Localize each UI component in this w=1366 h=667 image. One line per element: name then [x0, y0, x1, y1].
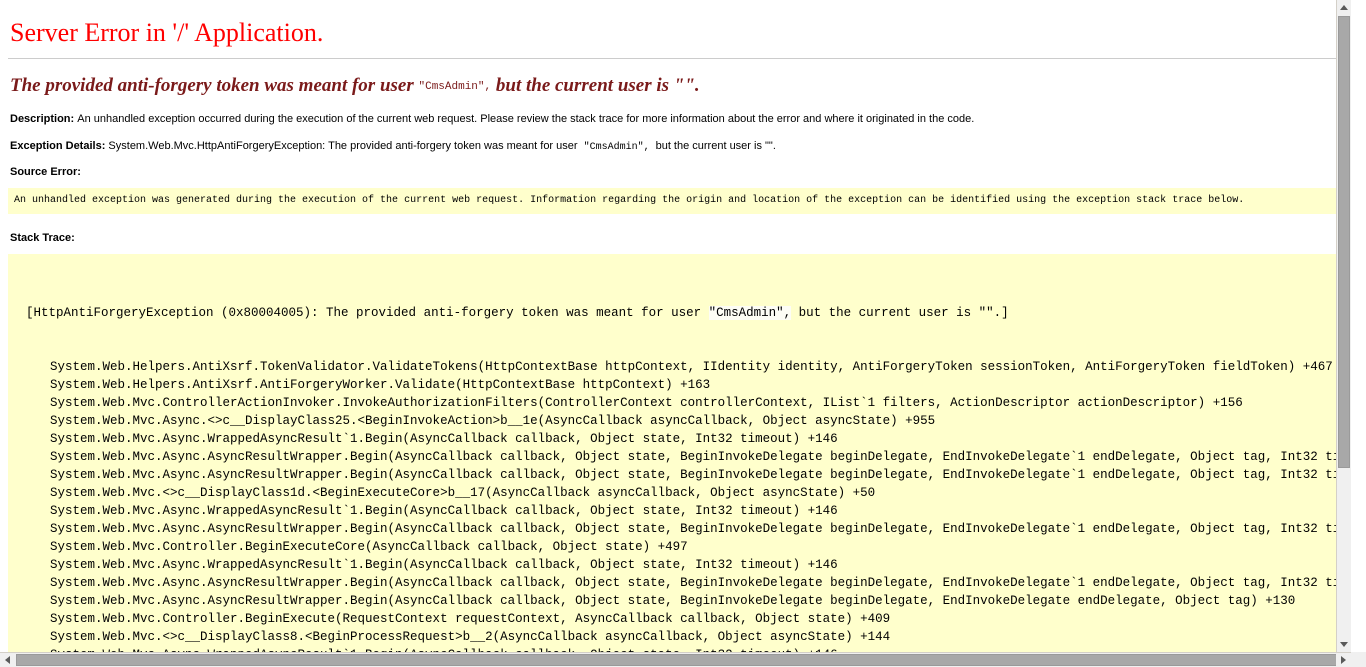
- stack-trace-frame: System.Web.Mvc.Async.AsyncResultWrapper.…: [8, 448, 1343, 466]
- exception-details-username: "CmsAdmin",: [578, 142, 656, 153]
- error-subtitle-username: "CmsAdmin",: [419, 81, 492, 93]
- error-subtitle-suffix: but the current user is "".: [491, 75, 700, 96]
- source-error-heading: Source Error:: [10, 166, 1343, 178]
- scroll-left-button[interactable]: [0, 653, 15, 667]
- stack-trace-frame: System.Web.Mvc.Controller.BeginExecuteCo…: [8, 538, 1343, 556]
- stack-trace-heading: Stack Trace:: [10, 232, 1343, 244]
- stack-trace-frame-list: System.Web.Helpers.AntiXsrf.TokenValidat…: [8, 358, 1343, 652]
- horizontal-scrollbar[interactable]: [0, 652, 1366, 667]
- description-text: An unhandled exception occurred during t…: [77, 113, 974, 125]
- vertical-scrollbar[interactable]: [1336, 0, 1351, 652]
- stack-trace-frame: System.Web.Mvc.Async.AsyncResultWrapper.…: [8, 520, 1343, 538]
- stack-trace-header-username: "CmsAdmin",: [709, 306, 792, 320]
- page-title: Server Error in '/' Application.: [10, 18, 1343, 48]
- exception-details-text: System.Web.Mvc.HttpAntiForgeryException:…: [108, 140, 577, 152]
- stack-trace-frame: System.Web.Mvc.Controller.BeginExecute(R…: [8, 610, 1343, 628]
- stack-trace-frame: System.Web.Helpers.AntiXsrf.AntiForgeryW…: [8, 376, 1343, 394]
- exception-details-suffix: but the current user is "".: [656, 140, 776, 152]
- scroll-right-button[interactable]: [1336, 653, 1351, 667]
- error-page-content: Server Error in '/' Application. The pro…: [0, 0, 1351, 652]
- triangle-up-icon: [1340, 5, 1348, 10]
- vertical-scrollbar-thumb[interactable]: [1338, 16, 1350, 468]
- source-error-block: An unhandled exception was generated dur…: [8, 188, 1343, 214]
- stack-trace-frame: System.Web.Helpers.AntiXsrf.TokenValidat…: [8, 358, 1343, 376]
- error-page: Server Error in '/' Application. The pro…: [0, 0, 1351, 652]
- stack-trace-block: [HttpAntiForgeryException (0x80004005): …: [8, 254, 1343, 652]
- exception-details-label: Exception Details:: [10, 140, 105, 152]
- horizontal-scrollbar-thumb[interactable]: [16, 654, 1344, 666]
- stack-trace-frame: System.Web.Mvc.<>c__DisplayClass1d.<Begi…: [8, 484, 1343, 502]
- error-subtitle: The provided anti-forgery token was mean…: [10, 75, 1343, 98]
- scroll-down-button[interactable]: [1337, 637, 1351, 652]
- stack-trace-frame: System.Web.Mvc.Async.<>c__DisplayClass25…: [8, 412, 1343, 430]
- stack-trace-frame: System.Web.Mvc.Async.WrappedAsyncResult`…: [8, 556, 1343, 574]
- stack-trace-frame: System.Web.Mvc.Async.AsyncResultWrapper.…: [8, 574, 1343, 592]
- error-subtitle-prefix: The provided anti-forgery token was mean…: [10, 75, 419, 96]
- scroll-up-button[interactable]: [1337, 0, 1351, 15]
- scrollbar-corner: [1351, 652, 1366, 667]
- stack-trace-frame: System.Web.Mvc.Async.WrappedAsyncResult`…: [8, 430, 1343, 448]
- stack-trace-frame: System.Web.Mvc.ControllerActionInvoker.I…: [8, 394, 1343, 412]
- stack-trace-header-prefix: [HttpAntiForgeryException (0x80004005): …: [26, 306, 709, 320]
- description-paragraph: Description: An unhandled exception occu…: [10, 112, 1343, 127]
- stack-trace-header-suffix: but the current user is "".]: [791, 306, 1009, 320]
- stack-trace-header: [HttpAntiForgeryException (0x80004005): …: [8, 304, 1343, 322]
- description-label: Description:: [10, 113, 74, 125]
- triangle-left-icon: [5, 656, 10, 664]
- exception-details-paragraph: Exception Details: System.Web.Mvc.HttpAn…: [10, 139, 1343, 155]
- stack-trace-frame: System.Web.Mvc.Async.AsyncResultWrapper.…: [8, 592, 1343, 610]
- stack-trace-frame: System.Web.Mvc.<>c__DisplayClass8.<Begin…: [8, 628, 1343, 646]
- triangle-right-icon: [1341, 656, 1346, 664]
- title-divider: [8, 58, 1343, 59]
- triangle-down-icon: [1340, 642, 1348, 647]
- stack-trace-frame: System.Web.Mvc.Async.AsyncResultWrapper.…: [8, 466, 1343, 484]
- stack-trace-frame: System.Web.Mvc.Async.WrappedAsyncResult`…: [8, 502, 1343, 520]
